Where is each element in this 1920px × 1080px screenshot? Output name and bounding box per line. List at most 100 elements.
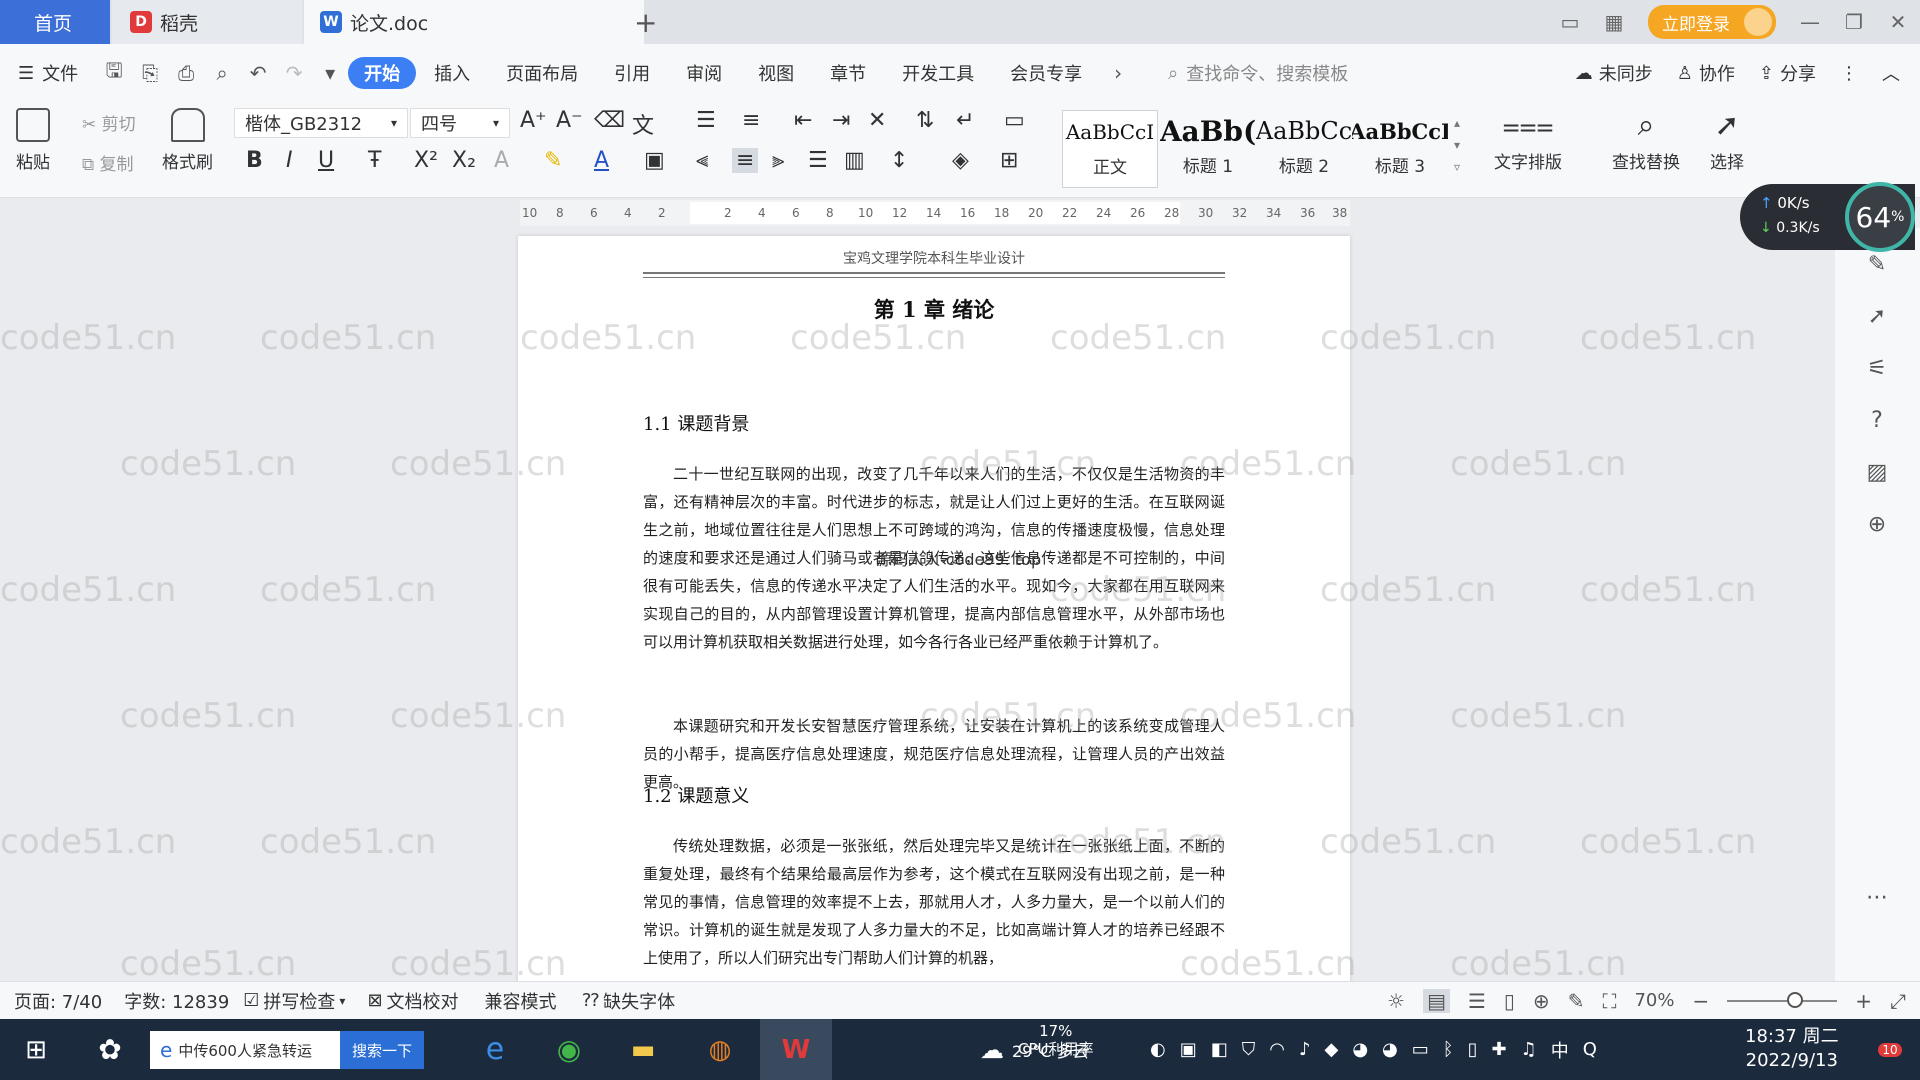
game-icon[interactable]: ◍: [694, 1019, 746, 1080]
more-dots-icon[interactable]: ⋯: [1863, 883, 1891, 911]
layout-icon[interactable]: ▭: [1548, 0, 1592, 44]
text-effect-icon[interactable]: A: [494, 148, 509, 173]
font-size-select[interactable]: 四号 ▾: [410, 108, 510, 138]
text-layout-button[interactable]: ⩶ 文字排版: [1494, 108, 1562, 173]
collab-button[interactable]: ♙ 协作: [1677, 60, 1735, 86]
redo-icon[interactable]: ↷: [276, 61, 312, 85]
tray-app-icon[interactable]: ✚: [1491, 1039, 1506, 1060]
qq-icon[interactable]: ◕: [1352, 1039, 1368, 1060]
strikethrough-icon[interactable]: Ŧ: [368, 148, 381, 173]
menu-tab-chapter[interactable]: 章节: [812, 57, 884, 89]
zoom-in-icon[interactable]: +: [1855, 989, 1872, 1013]
cut-button[interactable]: ✂ 剪切: [82, 110, 136, 135]
decrease-indent-icon[interactable]: ⇤: [794, 108, 812, 133]
zoom-out-icon[interactable]: −: [1692, 989, 1709, 1013]
chevron-right-icon[interactable]: ›: [1100, 61, 1136, 85]
login-button[interactable]: 立即登录: [1648, 5, 1776, 39]
minimize-icon[interactable]: —: [1788, 0, 1832, 44]
notification-icon[interactable]: 10: [1868, 1019, 1912, 1080]
more-icon[interactable]: ⋮: [1840, 63, 1858, 84]
menu-tab-references[interactable]: 引用: [596, 57, 668, 89]
menu-tab-member[interactable]: 会员专享: [992, 57, 1100, 89]
bullet-list-icon[interactable]: ☰: [696, 108, 716, 133]
qq-icon[interactable]: ◕: [1382, 1039, 1398, 1060]
superscript-icon[interactable]: X²: [414, 148, 438, 173]
save-icon[interactable]: 🖫: [96, 56, 132, 90]
share-button[interactable]: ⇪ 分享: [1759, 60, 1816, 86]
export-icon[interactable]: ⎘: [132, 61, 168, 85]
style-heading-3[interactable]: AaBbCcI 标题 3: [1352, 110, 1448, 188]
paragraph-spacing-icon[interactable]: ↕: [890, 148, 908, 173]
chinese-layout-icon[interactable]: ✕: [868, 108, 886, 133]
taskbar-search[interactable]: e 中传600人紧急转运 搜索一下: [150, 1031, 424, 1069]
page-view-icon[interactable]: ▤: [1423, 988, 1450, 1013]
reading-view-icon[interactable]: ▯: [1504, 989, 1515, 1013]
italic-icon[interactable]: I: [286, 148, 293, 173]
select-button[interactable]: ➚ 选择: [1710, 108, 1744, 173]
distribute-icon[interactable]: ▥: [844, 148, 865, 173]
wps-writer-icon[interactable]: W: [760, 1019, 832, 1080]
sync-button[interactable]: ☁ 未同步: [1575, 60, 1653, 86]
paste-button[interactable]: 粘贴: [16, 108, 50, 173]
ruler-icon[interactable]: ▭: [1004, 108, 1025, 133]
word-count[interactable]: 字数: 12839: [124, 988, 229, 1014]
collapse-ribbon-icon[interactable]: ︿: [1882, 60, 1900, 86]
page-indicator[interactable]: 页面: 7/40: [14, 988, 102, 1014]
tray-app-icon[interactable]: ▣: [1180, 1039, 1197, 1060]
folder-icon[interactable]: ▬: [618, 1019, 668, 1080]
missing-font-button[interactable]: ⁇ 缺失字体: [583, 988, 676, 1014]
tray-app-icon[interactable]: ◧: [1211, 1039, 1228, 1060]
compass-icon[interactable]: ⊕: [1863, 510, 1891, 538]
style-normal[interactable]: AaBbCcI 正文: [1062, 110, 1158, 188]
restore-icon[interactable]: ❐: [1832, 0, 1876, 44]
print-preview-icon[interactable]: ⌕: [204, 61, 240, 85]
zoom-level[interactable]: 70%: [1634, 990, 1674, 1011]
format-painter-button[interactable]: 格式刷: [162, 108, 213, 173]
ime-indicator[interactable]: 中: [1551, 1037, 1569, 1063]
clear-format-icon[interactable]: ⌫: [594, 108, 625, 133]
doc-proof-button[interactable]: ⊠ 文档校对: [367, 988, 458, 1014]
menu-tab-insert[interactable]: 插入: [416, 57, 488, 89]
line-spacing-icon[interactable]: ↵: [956, 108, 974, 133]
shrink-font-icon[interactable]: A⁻: [556, 108, 583, 133]
wifi-icon[interactable]: ◠: [1269, 1039, 1285, 1060]
menu-tab-view[interactable]: 视图: [740, 57, 812, 89]
border-icon[interactable]: ⊞: [1000, 148, 1018, 173]
search-tray-icon[interactable]: Q: [1583, 1039, 1597, 1060]
font-color-icon[interactable]: A: [594, 148, 609, 173]
highlight-icon[interactable]: ✎: [544, 148, 562, 173]
style-heading-1[interactable]: AaBb( 标题 1: [1160, 110, 1256, 188]
browser-360-icon[interactable]: ◉: [544, 1019, 594, 1080]
close-icon[interactable]: ✕: [1876, 0, 1920, 44]
bold-icon[interactable]: B: [246, 148, 263, 173]
font-name-select[interactable]: 楷体_GB2312 ▾: [234, 108, 408, 138]
bluetooth-icon[interactable]: ᛒ: [1443, 1039, 1454, 1060]
sliders-icon[interactable]: ⚟: [1863, 354, 1891, 382]
apps-grid-icon[interactable]: ▦: [1592, 0, 1636, 44]
phonetic-icon[interactable]: 文: [632, 108, 654, 140]
bell-icon[interactable]: ♪: [1299, 1039, 1311, 1060]
increase-indent-icon[interactable]: ⇥: [832, 108, 850, 133]
menu-tab-layout[interactable]: 页面布局: [488, 57, 596, 89]
subscript-icon[interactable]: X₂: [452, 148, 476, 173]
zoom-slider[interactable]: [1727, 991, 1838, 1008]
cursor-icon[interactable]: ➚: [1863, 302, 1891, 330]
usb-icon[interactable]: ▯: [1468, 1039, 1478, 1060]
app-launcher-icon[interactable]: ✿: [88, 1019, 132, 1080]
fit-page-icon[interactable]: ⛶: [1602, 989, 1616, 1013]
write-view-icon[interactable]: ✎: [1568, 989, 1585, 1013]
menu-tab-home[interactable]: 开始: [348, 57, 417, 89]
numbered-list-icon[interactable]: ≡: [742, 108, 760, 133]
command-search[interactable]: ⌕ 查找命令、搜索模板: [1160, 60, 1348, 86]
eye-protection-icon[interactable]: ☼: [1387, 989, 1405, 1013]
help-icon[interactable]: ?: [1863, 406, 1891, 434]
outline-view-icon[interactable]: ☰: [1468, 989, 1486, 1013]
tray-app-icon[interactable]: ◐: [1150, 1039, 1166, 1060]
tab-document[interactable]: W 论文.doc: [304, 0, 644, 44]
web-view-icon[interactable]: ⊕: [1533, 989, 1550, 1013]
volume-icon[interactable]: ♫: [1521, 1039, 1537, 1060]
menu-tab-review[interactable]: 审阅: [668, 57, 740, 89]
styles-scroll-icon[interactable]: ▴ ▾ ▿: [1454, 112, 1460, 178]
windows-start-icon[interactable]: ⊞: [14, 1019, 58, 1080]
char-border-icon[interactable]: ▣: [644, 148, 665, 173]
